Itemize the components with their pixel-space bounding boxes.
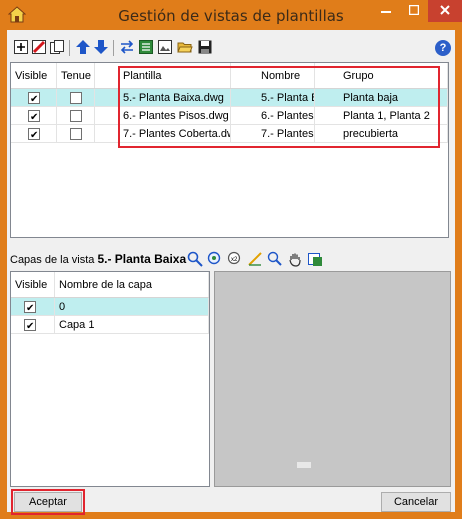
col-visible[interactable]: Visible — [11, 63, 57, 88]
close-button[interactable] — [428, 0, 462, 22]
add-icon[interactable] — [13, 39, 29, 55]
svg-text:x2: x2 — [231, 257, 238, 263]
dialog-body: ? Visible Tenue Plantilla Nombre Grupo 5… — [7, 30, 455, 515]
grupo-cell: Planta 1, Planta 2 — [315, 107, 448, 125]
layer-row[interactable]: Capa 1 — [11, 316, 209, 334]
accept-button[interactable]: Aceptar — [14, 492, 82, 512]
image-icon[interactable] — [157, 39, 173, 55]
visible-checkbox[interactable] — [28, 127, 40, 142]
help-icon[interactable]: ? — [435, 40, 451, 56]
preview-drawing — [297, 462, 311, 468]
save-icon[interactable] — [197, 39, 213, 55]
plantilla-cell: 6.- Plantes Pisos.dwg — [95, 107, 231, 125]
view-name: 5.- Planta Baixa — [97, 252, 187, 266]
layers-label: Capas de la vista — [10, 254, 95, 266]
tenue-checkbox[interactable] — [70, 128, 82, 140]
layer-name-cell: Capa 1 — [55, 316, 209, 334]
move-up-icon[interactable] — [75, 39, 91, 55]
dialog-window: Gestión de vistas de plantillas ? Visibl… — [0, 0, 462, 519]
cancel-button[interactable]: Cancelar — [381, 492, 451, 512]
maximize-button[interactable] — [400, 0, 428, 22]
grupo-cell: Planta baja — [315, 89, 448, 107]
close-icon — [440, 5, 450, 15]
table-row[interactable]: 6.- Plantes Pisos.dwg 6.- Plantes Pi... … — [11, 107, 448, 125]
zoom-pan-icon[interactable] — [187, 251, 203, 267]
layer-visible-checkbox[interactable] — [24, 300, 36, 315]
minimize-icon — [381, 11, 391, 13]
minimize-button[interactable] — [372, 0, 400, 22]
zoom-window-icon[interactable] — [267, 251, 283, 267]
toolbar-separator — [69, 40, 70, 56]
visible-checkbox[interactable] — [28, 91, 40, 106]
view-preview[interactable] — [214, 271, 451, 487]
visible-checkbox[interactable] — [28, 109, 40, 124]
layer-name-cell: 0 — [55, 298, 209, 316]
import-icon[interactable] — [138, 39, 154, 55]
templates-header: Visible Tenue Plantilla Nombre Grupo — [11, 63, 448, 89]
copy-icon[interactable] — [49, 39, 65, 55]
toolbar-separator — [113, 40, 114, 56]
layer-visible-checkbox[interactable] — [24, 318, 36, 333]
tenue-checkbox[interactable] — [70, 110, 82, 122]
measure-icon[interactable] — [247, 251, 263, 267]
pan-hand-icon[interactable] — [287, 251, 303, 267]
move-down-icon[interactable] — [93, 39, 109, 55]
zoom-extents-icon[interactable] — [207, 251, 223, 267]
layers-grid[interactable]: Visible Nombre de la capa 0 Capa 1 — [10, 271, 210, 487]
table-row[interactable]: 5.- Planta Baixa.dwg 5.- Planta Bai... P… — [11, 89, 448, 107]
table-row[interactable]: 7.- Plantes Coberta.dwg 7.- Plantes C...… — [11, 125, 448, 143]
plantilla-cell: 5.- Planta Baixa.dwg — [95, 89, 231, 107]
templates-grid[interactable]: Visible Tenue Plantilla Nombre Grupo 5.-… — [10, 62, 449, 238]
tenue-checkbox[interactable] — [70, 92, 82, 104]
title-bar[interactable]: Gestión de vistas de plantillas — [0, 0, 462, 30]
delete-icon[interactable] — [31, 39, 47, 55]
zoom-in-icon[interactable]: x2 — [227, 251, 243, 267]
swap-icon[interactable] — [119, 39, 135, 55]
col-visible[interactable]: Visible — [11, 272, 55, 297]
layer-row[interactable]: 0 — [11, 298, 209, 316]
layers-title: Capas de la vista 5.- Planta Baixa — [10, 249, 186, 269]
nombre-cell: 7.- Plantes C... — [231, 125, 315, 143]
col-grupo[interactable]: Grupo — [315, 63, 448, 88]
layers-header: Visible Nombre de la capa — [11, 272, 209, 298]
maximize-icon — [408, 4, 420, 16]
col-layer-name[interactable]: Nombre de la capa — [55, 272, 209, 297]
col-nombre[interactable]: Nombre — [231, 63, 315, 88]
refresh-view-icon[interactable] — [307, 251, 323, 267]
nombre-cell: 5.- Planta Bai... — [231, 89, 315, 107]
col-plantilla[interactable]: Plantilla — [95, 63, 231, 88]
toolbar: ? — [7, 36, 455, 60]
plantilla-cell: 7.- Plantes Coberta.dwg — [95, 125, 231, 143]
open-folder-icon[interactable] — [177, 39, 193, 55]
col-tenue[interactable]: Tenue — [57, 63, 95, 88]
grupo-cell: precubierta — [315, 125, 448, 143]
nombre-cell: 6.- Plantes Pi... — [231, 107, 315, 125]
